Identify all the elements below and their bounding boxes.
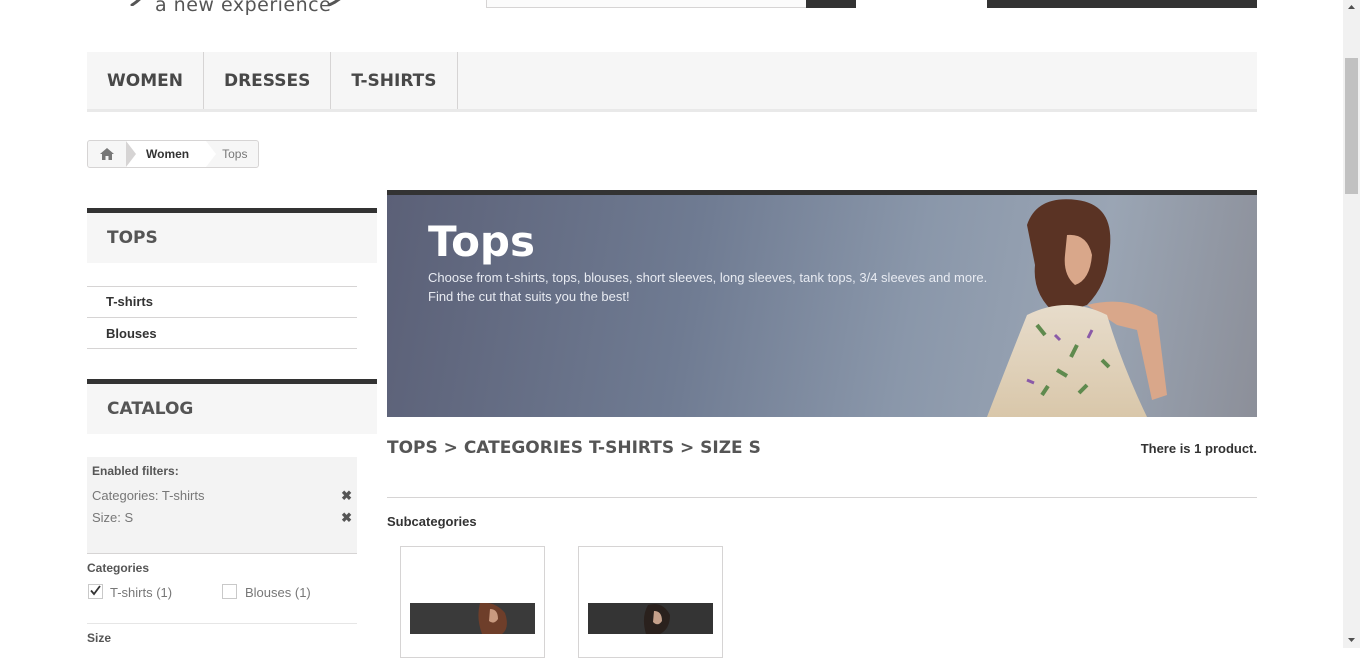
facet-size-title: Size <box>87 631 112 645</box>
remove-filter-icon[interactable]: ✖ <box>341 488 352 504</box>
top-menu: Women Dresses T-shirts <box>87 52 1257 112</box>
breadcrumb-home[interactable] <box>88 141 126 167</box>
subcategory-thumbnail <box>588 603 713 634</box>
logo-swoosh-right <box>327 0 341 6</box>
product-count-prefix: There is <box>1140 441 1195 456</box>
subcategory-thumbnail <box>410 603 535 634</box>
search-button[interactable] <box>806 0 856 8</box>
subcategory-tile-tshirts[interactable] <box>400 546 545 658</box>
enabled-filter-categories: Categories: T-shirts ✖ <box>92 488 352 503</box>
banner-description-line: Choose from t-shirts, tops, blouses, sho… <box>428 270 988 285</box>
banner-description: Choose from t-shirts, tops, blouses, sho… <box>428 268 1048 306</box>
enabled-filter-size: Size: S ✖ <box>92 510 352 525</box>
subcategory-image[interactable] <box>588 603 713 634</box>
enabled-filters-title: Enabled filters: <box>92 464 179 478</box>
product-count-suffix: product. <box>1201 441 1257 456</box>
banner-description-line: Find the cut that suits you the best! <box>428 289 630 304</box>
subcategory-link-blouses[interactable]: Blouses <box>87 317 357 349</box>
cart-button[interactable] <box>987 0 1257 8</box>
facet-divider <box>87 623 357 624</box>
category-banner: Tops Choose from t-shirts, tops, blouses… <box>387 190 1257 417</box>
category-block-title: Tops <box>87 208 377 263</box>
enabled-filter-label: Categories: T-shirts <box>92 488 205 503</box>
checkbox-blouses[interactable] <box>222 584 237 599</box>
subcategories-title: Subcategories <box>387 514 477 529</box>
breadcrumb: Women Tops <box>87 140 260 168</box>
logo-swoosh-left <box>130 0 141 6</box>
catalog-block-title: Catalog <box>87 379 377 434</box>
product-count: There is 1 product. <box>1100 441 1257 456</box>
menu-item-tshirts[interactable]: T-shirts <box>331 52 458 109</box>
subcategory-tile-blouses[interactable] <box>578 546 723 658</box>
scroll-up-icon[interactable] <box>1343 0 1360 14</box>
facet-label-tshirts[interactable]: T-shirts (1) <box>110 585 172 600</box>
home-icon <box>100 148 114 160</box>
facet-categories-title: Categories <box>87 561 150 575</box>
breadcrumb-women[interactable]: Women <box>126 141 217 167</box>
menu-item-dresses[interactable]: Dresses <box>204 52 332 109</box>
facet-label-blouses[interactable]: Blouses (1) <box>245 585 311 600</box>
checkbox-tshirts[interactable] <box>88 584 103 599</box>
search-input[interactable] <box>486 0 807 8</box>
scroll-down-icon[interactable] <box>1343 632 1360 648</box>
banner-title: Tops <box>428 217 535 266</box>
logo-tagline[interactable]: a new experience <box>155 0 331 16</box>
remove-filter-icon[interactable]: ✖ <box>341 510 352 526</box>
subcategory-image[interactable] <box>410 603 535 634</box>
scrollbar-thumb[interactable] <box>1345 58 1358 194</box>
subcategory-link-tshirts[interactable]: T-shirts <box>87 286 357 316</box>
menu-item-women[interactable]: Women <box>87 52 204 109</box>
heading-divider <box>387 497 1257 498</box>
enabled-filters: Enabled filters: Categories: T-shirts ✖ … <box>87 457 357 554</box>
enabled-filter-label: Size: S <box>92 510 134 525</box>
checkmark-icon <box>90 585 101 596</box>
category-heading: Tops > Categories T-shirts > Size S <box>387 438 761 458</box>
